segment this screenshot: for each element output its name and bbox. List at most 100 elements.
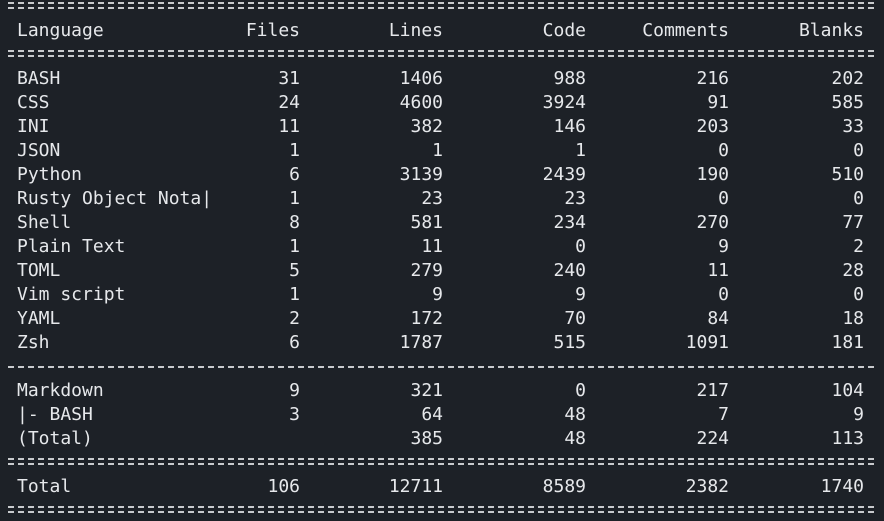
row-language: Plain Text — [17, 236, 126, 257]
row-comments: 217 — [696, 380, 729, 401]
row-blanks: 2 — [853, 236, 864, 257]
header-comments: Comments — [642, 20, 729, 41]
row-files: 6 — [289, 332, 300, 353]
row-code: 1 — [575, 140, 586, 161]
row-language: JSON — [17, 140, 61, 161]
row-blanks: 202 — [831, 68, 864, 89]
row-lines: 382 — [410, 116, 443, 137]
row-lines: 279 — [410, 260, 443, 281]
row-code: 0 — [575, 380, 586, 401]
row-blanks: 33 — [842, 116, 864, 137]
row-files: 3 — [289, 404, 300, 425]
table-total-row: Total 106 12711 8589 2382 1740 — [8, 475, 876, 499]
total-lines: 12711 — [388, 476, 443, 497]
row-lines: 64 — [421, 404, 443, 425]
header-language: Language — [17, 20, 104, 41]
row-code: 234 — [553, 212, 586, 233]
row-blanks: 0 — [853, 140, 864, 161]
terminal-output: Language Files Lines Code Comments Blank… — [0, 0, 884, 521]
row-code: 0 — [575, 236, 586, 257]
row-language: BASH — [17, 68, 61, 89]
row-lines: 1 — [432, 140, 443, 161]
row-lines: 4600 — [399, 92, 443, 113]
row-code: 146 — [553, 116, 586, 137]
row-lines: 385 — [410, 428, 443, 449]
row-comments: 224 — [696, 428, 729, 449]
row-blanks: 585 — [831, 92, 864, 113]
table-row: Plain Text 1 11 0 9 2 — [8, 235, 876, 259]
row-comments: 0 — [718, 284, 729, 305]
row-language: YAML — [17, 308, 61, 329]
row-files: 8 — [289, 212, 300, 233]
row-comments: 216 — [696, 68, 729, 89]
table-row: BASH 31 1406 988 216 202 — [8, 67, 876, 91]
row-files: 2 — [289, 308, 300, 329]
row-lines: 23 — [421, 188, 443, 209]
row-blanks: 181 — [831, 332, 864, 353]
row-blanks: 18 — [842, 308, 864, 329]
row-lines: 9 — [432, 284, 443, 305]
table-row: Python 6 3139 2439 190 510 — [8, 163, 876, 187]
row-comments: 11 — [707, 260, 729, 281]
table-row: Vim script 1 9 9 0 0 — [8, 283, 876, 307]
row-comments: 91 — [707, 92, 729, 113]
row-language: Python — [17, 164, 83, 185]
markdown-separator — [8, 366, 874, 368]
row-code: 70 — [564, 308, 586, 329]
row-comments: 190 — [696, 164, 729, 185]
table-row: Markdown 9 321 0 217 104 — [8, 379, 876, 403]
row-code: 3924 — [542, 92, 586, 113]
table-row: Zsh 6 1787 515 1091 181 — [8, 331, 876, 355]
row-language: Zsh — [17, 332, 50, 353]
table-top-rule — [8, 2, 874, 9]
table-row: Shell 8 581 234 270 77 — [8, 211, 876, 235]
row-language: Shell — [17, 212, 72, 233]
row-language: |- BASH — [17, 404, 93, 425]
row-files: 9 — [289, 380, 300, 401]
header-files: Files — [245, 20, 300, 41]
row-language: CSS — [17, 92, 50, 113]
header-lines: Lines — [388, 20, 443, 41]
row-code: 988 — [553, 68, 586, 89]
row-comments: 1091 — [685, 332, 729, 353]
row-lines: 11 — [421, 236, 443, 257]
row-code: 2439 — [542, 164, 586, 185]
table-row: Rusty Object Nota| 1 23 23 0 0 — [8, 187, 876, 211]
header-code: Code — [542, 20, 586, 41]
row-language: INI — [17, 116, 50, 137]
row-language: Markdown — [17, 380, 104, 401]
table-row: |- BASH 3 64 48 7 9 — [8, 403, 876, 427]
row-files: 1 — [289, 140, 300, 161]
total-comments: 2382 — [685, 476, 729, 497]
table-row: INI 11 382 146 203 33 — [8, 115, 876, 139]
table-row: YAML 2 172 70 84 18 — [8, 307, 876, 331]
total-blanks: 1740 — [820, 476, 864, 497]
header-blanks: Blanks — [798, 20, 864, 41]
table-row: TOML 5 279 240 11 28 — [8, 259, 876, 283]
table-row: (Total) 385 48 224 113 — [8, 427, 876, 451]
row-blanks: 113 — [831, 428, 864, 449]
row-lines: 581 — [410, 212, 443, 233]
row-blanks: 9 — [853, 404, 864, 425]
row-files: 6 — [289, 164, 300, 185]
total-rule — [8, 458, 874, 465]
row-code: 515 — [553, 332, 586, 353]
total-files: 106 — [267, 476, 300, 497]
row-language: Vim script — [17, 284, 126, 305]
row-files: 5 — [289, 260, 300, 281]
row-comments: 0 — [718, 140, 729, 161]
row-comments: 9 — [718, 236, 729, 257]
row-blanks: 510 — [831, 164, 864, 185]
row-comments: 270 — [696, 212, 729, 233]
total-language: Total — [17, 476, 72, 497]
row-code: 240 — [553, 260, 586, 281]
row-code: 48 — [564, 404, 586, 425]
row-blanks: 0 — [853, 188, 864, 209]
table-row: CSS 24 4600 3924 91 585 — [8, 91, 876, 115]
row-lines: 1406 — [399, 68, 443, 89]
header-rule — [8, 50, 874, 57]
total-code: 8589 — [542, 476, 586, 497]
row-lines: 172 — [410, 308, 443, 329]
row-code: 48 — [564, 428, 586, 449]
row-code: 9 — [575, 284, 586, 305]
